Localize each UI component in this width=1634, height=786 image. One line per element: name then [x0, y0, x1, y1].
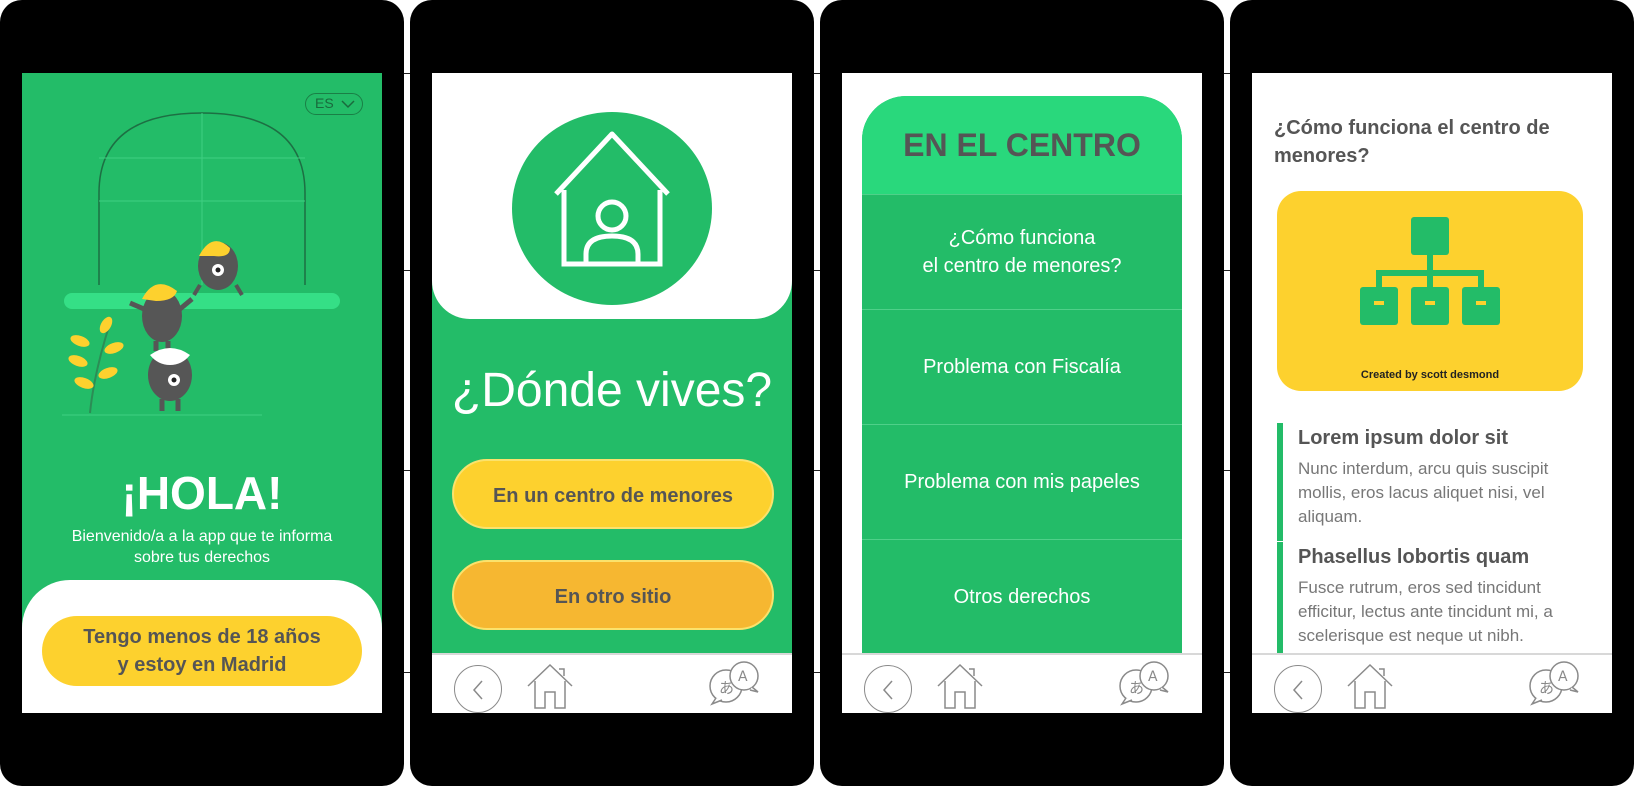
phone-frame-where: ¿Dónde vives? En un centro de menores En… [410, 0, 814, 786]
age-button-line-1: Tengo menos de 18 años [83, 626, 321, 648]
translate-icon[interactable]: あ A [706, 660, 762, 706]
other-place-button[interactable]: En otro sitio [452, 560, 774, 630]
menu-item-label: Problema con Fiscalía [923, 356, 1121, 378]
org-chart-icon [1360, 217, 1500, 325]
menu-item-label-line-2: el centro de menores? [922, 255, 1122, 277]
language-label: ES [315, 95, 334, 111]
page-title: ¿Cómo funciona el centro de menores? [1274, 117, 1550, 167]
menu-item-prosecutor-problem[interactable]: Problema con Fiscalía [862, 309, 1182, 424]
back-button[interactable] [454, 665, 502, 713]
center-menu-screen: EN EL CENTRO ¿Cómo funciona el centro de… [842, 73, 1202, 713]
back-button[interactable] [864, 665, 912, 713]
center-menu-card: EN EL CENTRO ¿Cómo funciona el centro de… [862, 96, 1182, 696]
menu-item-label: Otros derechos [953, 586, 1091, 608]
svg-text:あ: あ [719, 679, 734, 697]
section-title: Phasellus lobortis quam [1298, 546, 1530, 568]
section-title: Lorem ipsum dolor sit [1298, 427, 1509, 449]
age-button-line-2: y estoy en Madrid [117, 654, 287, 676]
back-icon [472, 680, 483, 700]
menu-item-papers-problem[interactable]: Problema con mis papeles [862, 424, 1182, 539]
svg-text:A: A [1148, 669, 1158, 685]
svg-text:あ: あ [1539, 679, 1554, 697]
detail-screen: ¿Cómo funciona el centro de menores? Cre… [1252, 73, 1612, 713]
phone-frame-welcome: ES ¡HOLA! Bienvenido/a a la app que te i… [0, 0, 404, 786]
svg-text:A: A [738, 669, 748, 685]
greeting-title: ¡HOLA! [121, 467, 283, 519]
welcome-line-2: sobre tus derechos [133, 549, 271, 566]
menu-item-other-rights[interactable]: Otros derechos [862, 539, 1182, 654]
content-section: Phasellus lobortis quam Fusce rutrum, er… [1277, 542, 1587, 653]
menu-header: EN EL CENTRO [862, 96, 1182, 194]
image-credit: Created by scott desmond [1360, 369, 1500, 381]
svg-text:A: A [1558, 669, 1568, 685]
bottom-nav: あ A [842, 653, 1202, 713]
menu-item-label: Problema con mis papeles [904, 471, 1140, 493]
section-body: Fusce rutrum, eros sed tincidunt efficit… [1298, 578, 1553, 645]
under-18-madrid-button[interactable]: Tengo menos de 18 años y estoy en Madrid [42, 616, 362, 686]
svg-text:あ: あ [1129, 679, 1144, 697]
translate-icon[interactable]: あ A [1116, 660, 1172, 706]
house-person-icon [512, 112, 712, 305]
header-panel [432, 73, 792, 319]
section-body: Nunc interdum, arcu quis suscipit mollis… [1298, 459, 1549, 526]
welcome-screen: ES ¡HOLA! Bienvenido/a a la app que te i… [22, 73, 382, 713]
chevron-down-icon [341, 100, 355, 109]
home-icon[interactable] [1346, 662, 1394, 710]
content-section: Lorem ipsum dolor sit Nunc interdum, arc… [1277, 423, 1587, 541]
welcome-illustration [62, 112, 340, 416]
back-icon [882, 680, 893, 700]
illustration-card: Created by scott desmond [1277, 191, 1583, 391]
home-icon[interactable] [526, 662, 574, 710]
back-button[interactable] [1274, 665, 1322, 713]
phone-frame-detail: ¿Cómo funciona el centro de menores? Cre… [1230, 0, 1634, 786]
welcome-line-1: Bienvenido/a a la app que te informa [71, 528, 333, 545]
minors-center-button[interactable]: En un centro de menores [452, 459, 774, 529]
menu-item-label-line-1: ¿Cómo funciona [948, 227, 1096, 249]
back-icon [1292, 680, 1303, 700]
translate-icon[interactable]: あ A [1526, 660, 1582, 706]
bottom-nav: あ A [432, 653, 792, 713]
where-screen: ¿Dónde vives? En un centro de menores En… [432, 73, 792, 713]
bottom-nav: あ A [1252, 653, 1612, 713]
welcome-text: Bienvenido/a a la app que te informa sob… [62, 526, 342, 568]
phone-frame-center-menu: EN EL CENTRO ¿Cómo funciona el centro de… [820, 0, 1224, 786]
language-selector[interactable]: ES [305, 93, 363, 115]
home-icon[interactable] [936, 662, 984, 710]
menu-item-how-center-works[interactable]: ¿Cómo funciona el centro de menores? [862, 194, 1182, 309]
where-question: ¿Dónde vives? [451, 364, 773, 417]
